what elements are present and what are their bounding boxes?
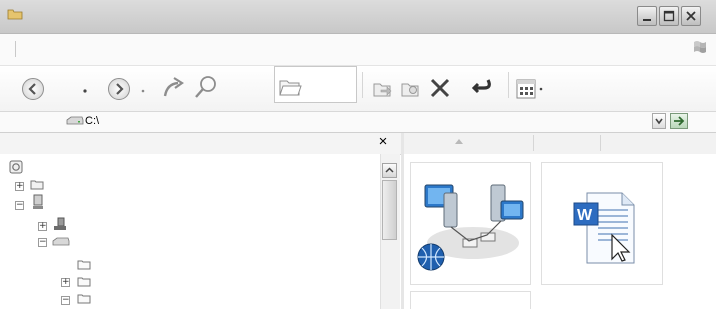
maximize-button[interactable]: [659, 6, 679, 26]
folders-pane-header: [0, 133, 401, 155]
chevron-up-icon: [385, 167, 394, 173]
computer-icon[interactable]: [31, 194, 45, 210]
scroll-thumb[interactable]: [382, 180, 397, 240]
delete-icon[interactable]: [428, 76, 452, 100]
hard-drive-icon[interactable]: [52, 237, 70, 248]
floppy-drive-icon[interactable]: [52, 216, 68, 232]
close-icon: [686, 11, 696, 21]
minimize-button[interactable]: [637, 6, 657, 26]
user-folder-icon[interactable]: [30, 178, 44, 190]
column-header-bar[interactable]: [404, 133, 716, 155]
folder-icon[interactable]: [77, 292, 91, 304]
column-separator[interactable]: [533, 135, 534, 151]
tree-expander[interactable]: +: [61, 278, 70, 287]
app-icon: [7, 9, 23, 20]
word-document-icon: W: [573, 192, 635, 264]
forward-arrow-icon: [116, 83, 124, 95]
hard-drive-icon: [66, 116, 84, 125]
sort-arrow-icon: [455, 139, 463, 144]
views-menu-icon[interactable]: [515, 78, 555, 100]
forward-history-dropdown-icon[interactable]: [140, 88, 146, 94]
maximize-icon: [663, 10, 675, 22]
word-document-tile[interactable]: W: [541, 162, 663, 285]
windows-flag-icon: [694, 41, 706, 53]
column-separator[interactable]: [600, 135, 601, 151]
file-item-tile[interactable]: [410, 291, 531, 309]
address-input[interactable]: C:\: [85, 115, 99, 127]
toolbar-separator: [508, 72, 509, 98]
folder-icon[interactable]: [77, 258, 91, 270]
minimize-icon: [643, 19, 651, 21]
menu-bar: [0, 34, 716, 66]
go-button[interactable]: [670, 113, 688, 129]
back-history-dropdown-icon[interactable]: [82, 88, 88, 94]
svg-text:W: W: [577, 207, 593, 224]
toolbar-separator: [362, 72, 363, 98]
folders-toggle-button[interactable]: [274, 66, 357, 103]
menu-grip: [15, 41, 16, 57]
back-button[interactable]: [22, 78, 44, 100]
folders-icon: [279, 80, 302, 96]
network-item-tile[interactable]: [410, 162, 531, 285]
undo-icon[interactable]: [470, 76, 496, 100]
tree-expander[interactable]: −: [61, 296, 70, 305]
move-to-icon[interactable]: [372, 78, 394, 100]
back-arrow-icon: [28, 83, 36, 95]
search-icon[interactable]: [193, 74, 219, 100]
chevron-down-icon: [655, 118, 663, 125]
address-bar[interactable]: [0, 112, 716, 133]
tree-expander[interactable]: −: [15, 201, 24, 210]
tree-expander[interactable]: −: [38, 238, 47, 247]
go-arrow-icon: [674, 116, 685, 126]
close-button[interactable]: [681, 6, 701, 26]
forward-button[interactable]: [108, 78, 130, 100]
desktop-icon[interactable]: [9, 160, 23, 174]
title-bar[interactable]: [0, 0, 716, 34]
close-folders-pane-button[interactable]: ×: [376, 133, 390, 151]
folder-icon[interactable]: [77, 275, 91, 287]
tree-expander[interactable]: +: [15, 182, 24, 191]
up-folder-icon[interactable]: [160, 74, 186, 100]
network-icon: [417, 184, 524, 271]
address-dropdown-button[interactable]: [652, 113, 666, 129]
scroll-up-button[interactable]: [382, 163, 397, 178]
copy-to-icon[interactable]: [400, 78, 422, 100]
tree-expander[interactable]: +: [38, 222, 47, 231]
